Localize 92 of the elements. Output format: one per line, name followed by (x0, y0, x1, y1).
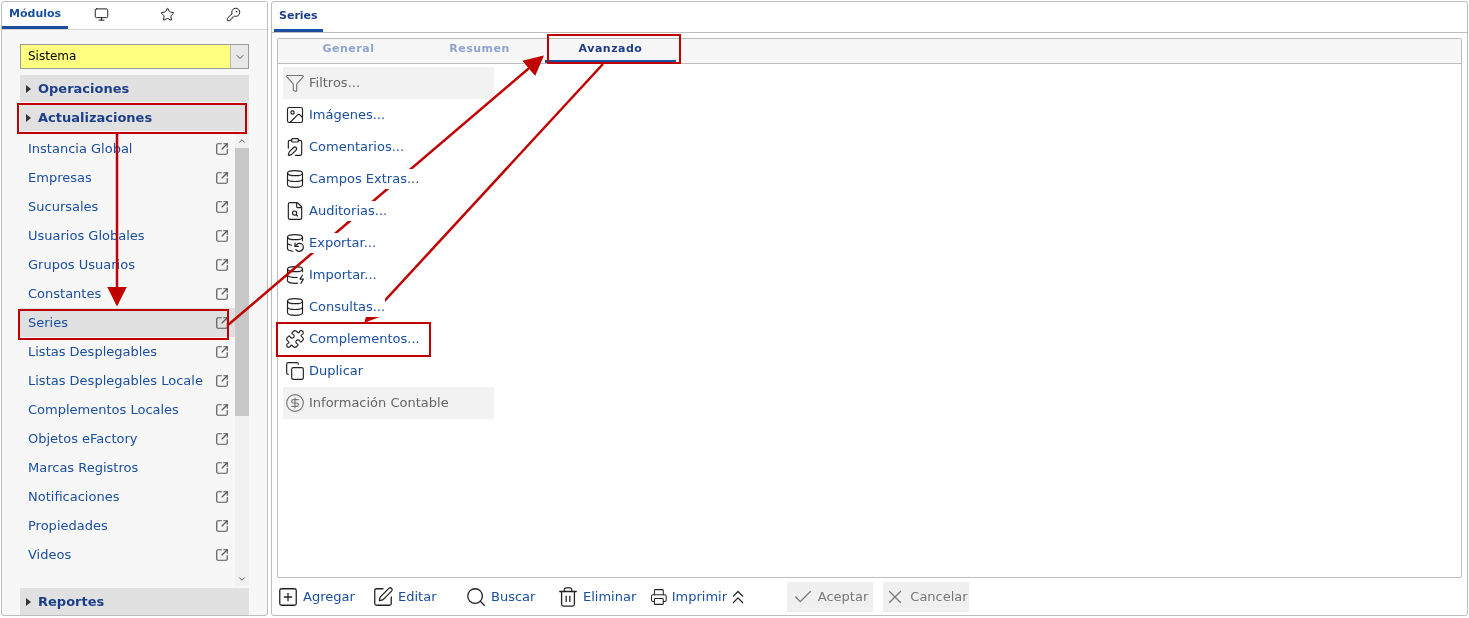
sub-tab[interactable]: Avanzado (545, 39, 676, 63)
module-item[interactable]: Constantes (20, 279, 235, 308)
item-label: Notificaciones (28, 487, 120, 506)
action-label: Exportar... (309, 233, 377, 253)
item-label: Videos (28, 545, 72, 564)
action-item[interactable]: Auditorias... (283, 195, 494, 227)
series-tab[interactable]: Series (274, 4, 323, 32)
database-export-icon (285, 233, 305, 253)
external-link-icon (215, 141, 229, 156)
star-icon (160, 6, 176, 22)
external-link-icon (215, 373, 229, 388)
external-link-icon (215, 344, 229, 359)
external-link-icon (215, 402, 229, 417)
external-link-icon (215, 286, 229, 301)
external-link-icon (215, 315, 229, 330)
group-label: Reportes (38, 592, 105, 611)
dollar-icon (285, 393, 305, 413)
caret-icon (26, 597, 31, 606)
print-button[interactable]: Imprimir (650, 582, 727, 612)
chevron-down-icon (237, 574, 247, 584)
item-label: Marcas Registros (28, 458, 139, 477)
module-select[interactable]: Sistema (20, 44, 249, 69)
external-link-icon (215, 431, 229, 446)
external-link-icon (215, 199, 229, 214)
action-item[interactable]: Complementos... (283, 323, 494, 355)
item-label: Complementos Locales (28, 400, 179, 419)
action-label: Consultas... (309, 297, 386, 317)
copy-icon (285, 361, 305, 381)
item-label: Series (28, 313, 68, 332)
monitor-icon (93, 6, 109, 22)
action-item[interactable]: Campos Extras... (283, 163, 494, 195)
action-item[interactable]: Exportar... (283, 227, 494, 259)
module-item[interactable]: Sucursales (20, 192, 235, 221)
item-label: Constantes (28, 284, 102, 303)
module-item[interactable]: Empresas (20, 163, 235, 192)
module-item[interactable]: Propiedades (20, 511, 235, 540)
action-label: Auditorias... (309, 201, 388, 221)
action-item[interactable]: Comentarios... (283, 131, 494, 163)
item-label: Empresas (28, 168, 92, 187)
group-header[interactable]: Actualizaciones (20, 104, 249, 131)
funnel-icon (285, 73, 305, 93)
search-icon (465, 586, 487, 608)
external-link-icon (215, 547, 229, 562)
action-item[interactable]: Consultas... (283, 291, 494, 323)
module-item[interactable]: Objetos eFactory (20, 424, 235, 453)
scrollbar[interactable] (235, 134, 249, 586)
key-icon (226, 6, 242, 22)
external-link-icon (215, 170, 229, 185)
action-item[interactable]: Imágenes... (283, 99, 494, 131)
external-link-icon (215, 518, 229, 533)
group-label: Operaciones (38, 79, 130, 98)
action-item[interactable]: Importar... (283, 259, 494, 291)
external-link-icon (215, 257, 229, 272)
caret-icon (26, 113, 31, 122)
printer-icon (650, 586, 668, 608)
chevron-up-icon (237, 136, 247, 146)
edit-icon (372, 586, 394, 608)
database-import-icon (285, 265, 305, 285)
module-item[interactable]: Listas Desplegables (20, 337, 235, 366)
module-item[interactable]: Listas Desplegables Locale (20, 366, 235, 395)
item-label: Propiedades (28, 516, 108, 535)
module-item[interactable]: Complementos Locales (20, 395, 235, 424)
add-icon (277, 586, 299, 608)
edit-button[interactable]: Editar (372, 582, 465, 612)
action-label: Campos Extras... (309, 169, 420, 189)
search-button[interactable]: Buscar (465, 582, 557, 612)
module-item[interactable]: Series (20, 308, 235, 337)
database-icon (285, 169, 305, 189)
group-label: Actualizaciones (38, 108, 153, 127)
group-header[interactable]: Reportes (20, 588, 249, 615)
trash-icon (557, 586, 579, 608)
select-value: Sistema (27, 48, 78, 65)
group-header[interactable]: Operaciones (20, 75, 249, 102)
item-label: Listas Desplegables Locale (28, 371, 203, 390)
module-item[interactable]: Marcas Registros (20, 453, 235, 482)
add-button[interactable]: Agregar (277, 582, 372, 612)
external-link-icon (215, 228, 229, 243)
external-link-icon (215, 460, 229, 475)
external-link-icon (215, 489, 229, 504)
item-label: Sucursales (28, 197, 99, 216)
module-item[interactable]: Notificaciones (20, 482, 235, 511)
database-icon (285, 297, 305, 317)
delete-button[interactable]: Eliminar (557, 582, 650, 612)
clipboard-pen-icon (285, 137, 305, 157)
file-search-icon (285, 201, 305, 221)
caret-icon (26, 84, 31, 93)
item-label: Objetos eFactory (28, 429, 138, 448)
module-item[interactable]: Videos (20, 540, 235, 569)
puzzle-icon (285, 329, 305, 349)
item-label: Listas Desplegables (28, 342, 158, 361)
image-icon (285, 105, 305, 125)
action-item[interactable]: Duplicar (283, 355, 494, 387)
